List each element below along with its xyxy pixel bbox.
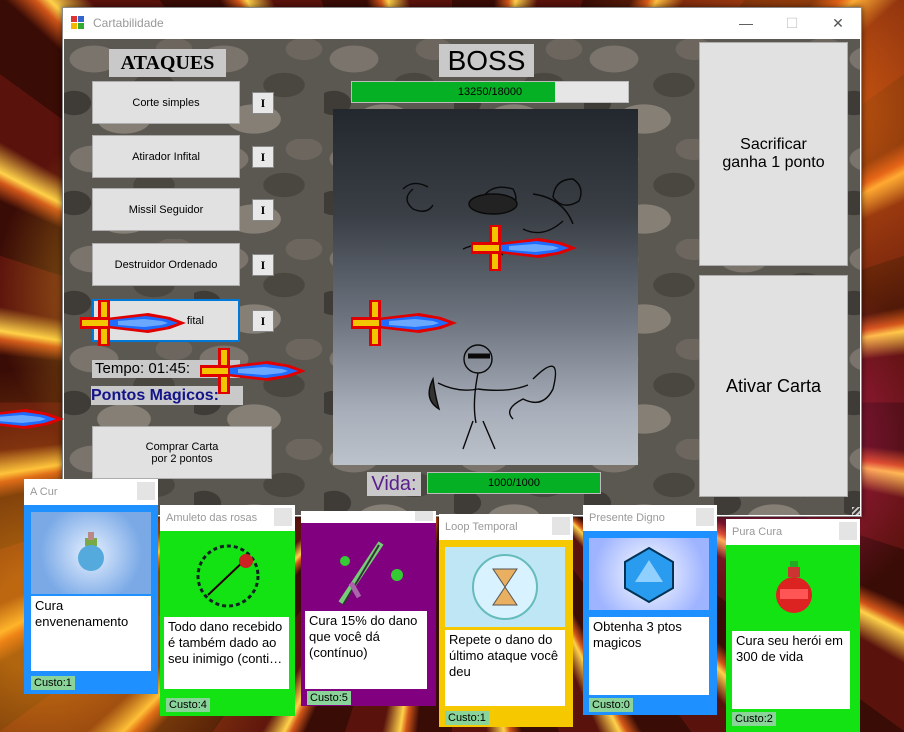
- card-3-close-icon[interactable]: [415, 511, 433, 521]
- card-4-picture: [445, 547, 565, 627]
- card-6-title-text: Pura Cura: [732, 526, 783, 538]
- card-1-title: A Cur: [24, 479, 158, 505]
- card-2[interactable]: Amuleto das rosas Todo dano recebido é t…: [160, 505, 295, 716]
- card-5-title: Presente Digno: [583, 505, 717, 531]
- card-4-close-icon[interactable]: [552, 517, 570, 535]
- projectile-sword-icon: [469, 223, 579, 273]
- sacrifice-line2: ganha 1 ponto: [722, 154, 825, 171]
- card-2-title: Amuleto das rosas: [160, 505, 295, 531]
- attack-level-3: I: [252, 199, 274, 221]
- attack-level-1: I: [252, 92, 274, 114]
- card-5-picture: [589, 538, 709, 610]
- sacrifice-line1: Sacrificar: [740, 136, 807, 153]
- attack-level-4: I: [252, 254, 274, 276]
- boss-health-text: 13250/18000: [457, 86, 523, 98]
- game-window: Cartabilidade — ☐ ✕ ATAQUES Corte simple…: [62, 7, 862, 517]
- card-6-cost: Custo:2: [732, 712, 776, 726]
- minimize-icon[interactable]: —: [723, 8, 769, 38]
- player-health-text: 1000/1000: [488, 477, 540, 489]
- boss-drawing: [402, 178, 582, 450]
- card-2-description: Todo dano recebido é também dado ao seu …: [164, 617, 289, 689]
- card-2-close-icon[interactable]: [274, 508, 292, 526]
- card-5-title-text: Presente Digno: [589, 512, 665, 524]
- card-4[interactable]: Loop Temporal Repete o dano do último at…: [439, 514, 573, 727]
- card-1-cost: Custo:1: [31, 676, 75, 690]
- card-2-cost: Custo:4: [166, 698, 210, 712]
- projectile-sword-icon: [0, 394, 66, 444]
- card-5-close-icon[interactable]: [696, 508, 714, 526]
- sacrifice-button[interactable]: Sacrificar ganha 1 ponto: [699, 42, 848, 266]
- boss-health-bar: 13250/18000: [351, 81, 629, 103]
- attack-level-5: I: [252, 310, 274, 332]
- buy-card-line1: Comprar Carta: [145, 440, 219, 453]
- card-1-title-text: A Cur: [30, 486, 58, 498]
- app-icon: [71, 16, 85, 30]
- card-4-description: Repete o dano do último ataque você deu: [445, 630, 565, 706]
- card-6-description: Cura seu herói em 300 de vida: [732, 631, 850, 709]
- maximize-icon[interactable]: ☐: [769, 8, 815, 38]
- attacks-heading: ATAQUES: [109, 49, 226, 77]
- card-6-close-icon[interactable]: [839, 522, 857, 540]
- card-4-cost: Custo:1: [445, 711, 489, 725]
- projectile-sword-icon: [349, 298, 459, 348]
- card-5-cost: Custo:0: [589, 698, 633, 712]
- card-5-description: Obtenha 3 ptos magicos: [589, 617, 709, 695]
- attack-level-2: I: [252, 146, 274, 168]
- card-2-picture: [164, 533, 291, 618]
- title-bar: Cartabilidade — ☐ ✕: [63, 8, 861, 38]
- player-health-bar: 1000/1000: [427, 472, 601, 494]
- projectile-sword-icon: [198, 346, 308, 396]
- attack-button-1[interactable]: Corte simples: [92, 81, 240, 124]
- resize-grip[interactable]: [852, 507, 860, 515]
- window-title: Cartabilidade: [93, 16, 164, 30]
- card-3-cost: Custo:5: [307, 691, 351, 705]
- activate-card-button[interactable]: Ativar Carta: [699, 275, 848, 497]
- card-5[interactable]: Presente Digno Obtenha 3 ptos magicos Cu…: [583, 505, 717, 715]
- player-life-label: Vida:: [367, 472, 421, 496]
- card-1-close-icon[interactable]: [137, 482, 155, 500]
- buy-card-line2: por 2 pontos: [151, 452, 213, 465]
- card-3-description: Cura 15% do dano que você dá (contínuo): [305, 611, 427, 689]
- attack-button-2[interactable]: Atirador Infital: [92, 135, 240, 178]
- attack-button-3[interactable]: Missil Seguidor: [92, 188, 240, 231]
- card-6[interactable]: Pura Cura Cura seu herói em 300 de vida …: [726, 519, 860, 732]
- attack-button-4[interactable]: Destruidor Ordenado: [92, 243, 240, 286]
- projectile-sword-icon: [78, 298, 188, 348]
- card-1-description: Cura envenenamento: [31, 596, 151, 671]
- buy-card-button[interactable]: Comprar Carta por 2 pontos: [92, 426, 272, 479]
- card-3[interactable]: Cura 15% do dano que você dá (contínuo) …: [301, 511, 436, 706]
- card-4-title: Loop Temporal: [439, 514, 573, 540]
- boss-arena: [333, 109, 638, 465]
- card-1[interactable]: A Cur Cura envenenamento Custo:1: [24, 479, 158, 694]
- card-3-title: [301, 511, 436, 523]
- close-icon[interactable]: ✕: [815, 8, 861, 38]
- boss-title: BOSS: [439, 44, 534, 77]
- card-6-picture: [732, 549, 856, 629]
- game-area: ATAQUES Corte simples I Atirador Infital…: [64, 39, 860, 515]
- card-3-picture: [301, 523, 436, 615]
- card-1-picture: [31, 512, 151, 594]
- card-6-title: Pura Cura: [726, 519, 860, 545]
- card-4-title-text: Loop Temporal: [445, 521, 518, 533]
- card-2-title-text: Amuleto das rosas: [166, 512, 258, 524]
